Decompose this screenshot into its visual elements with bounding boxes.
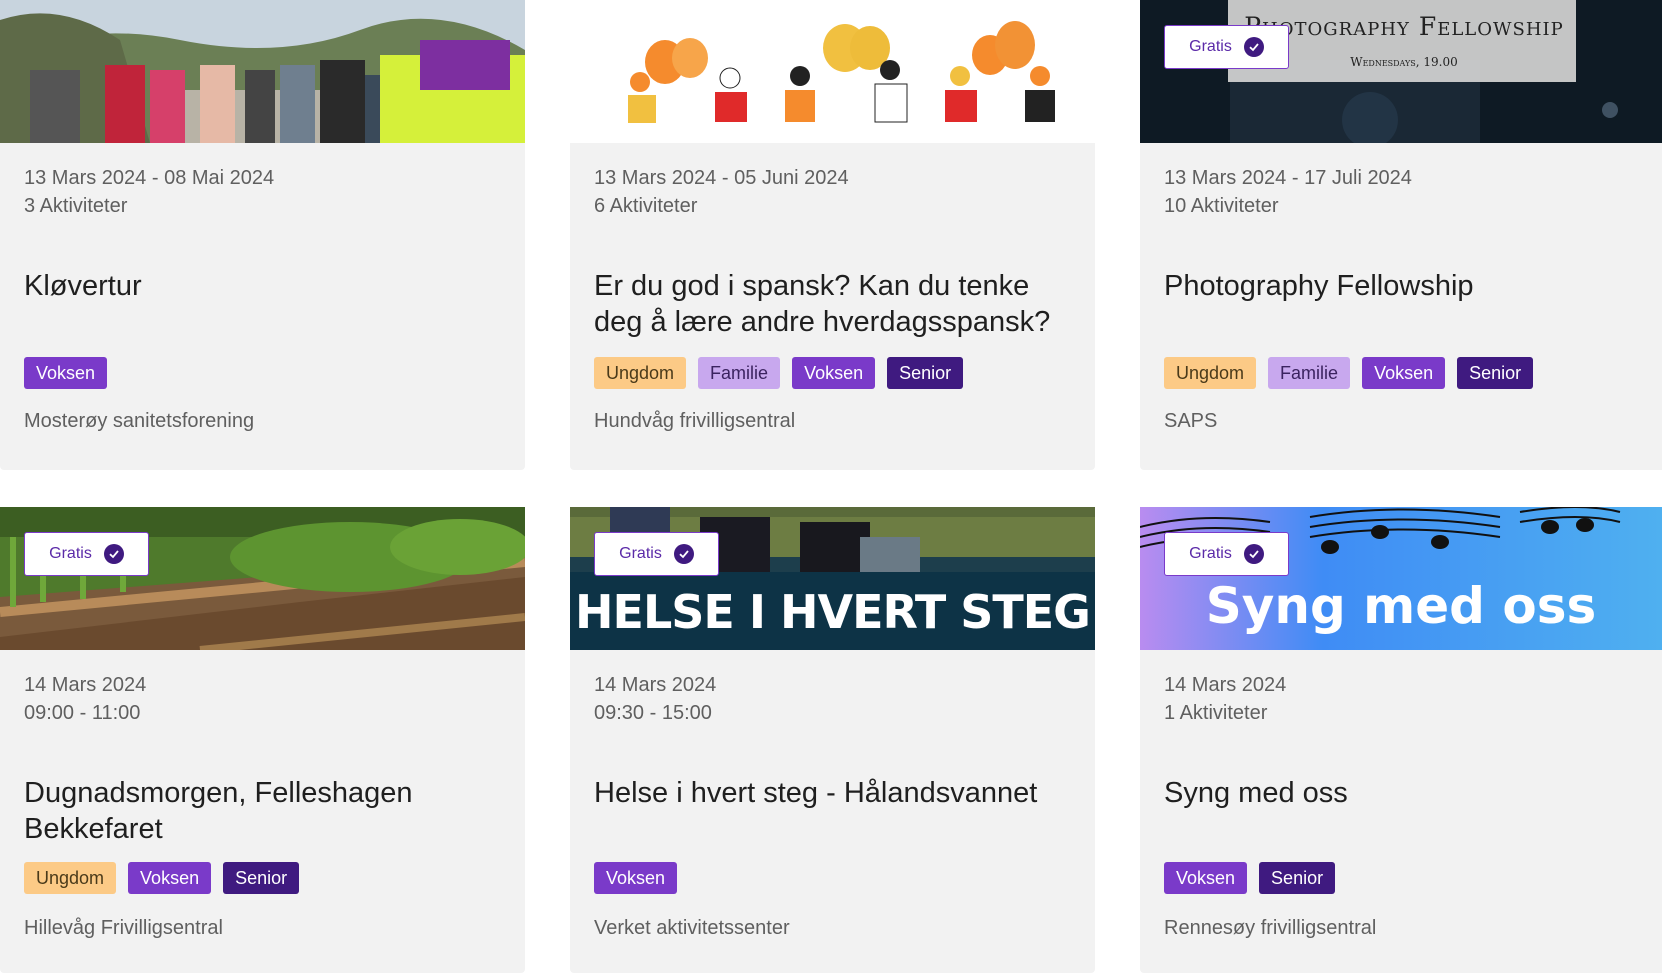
check-circle-icon xyxy=(1243,37,1264,57)
activity-card[interactable]: 13 Mars 2024 - 08 Mai 2024 3 Aktiviteter… xyxy=(0,0,525,470)
event-time: 09:30 - 15:00 xyxy=(594,702,712,724)
tag-list: Ungdom Familie Voksen Senior xyxy=(594,357,964,389)
activity-card[interactable]: HELSE I HVERT STEG Gratis 14 Mars 2024 0… xyxy=(570,507,1095,973)
card-meta: 14 Mars 2024 09:30 - 15:00 xyxy=(594,671,716,727)
activity-count: 3 Aktiviteter xyxy=(24,195,128,217)
activity-card[interactable]: Photography Fellowship Wednesdays, 19.00… xyxy=(1140,0,1662,470)
date-range: 13 Mars 2024 - 17 Juli 2024 xyxy=(1164,167,1412,189)
card-image-illustration xyxy=(570,0,1095,143)
activity-count: 10 Aktiviteter xyxy=(1164,195,1279,217)
free-badge: Gratis xyxy=(594,532,719,576)
card-meta: 13 Mars 2024 - 08 Mai 2024 3 Aktiviteter xyxy=(24,164,274,220)
date-range: 13 Mars 2024 - 05 Juni 2024 xyxy=(594,167,849,189)
event-date: 14 Mars 2024 xyxy=(1164,674,1287,696)
check-circle-icon xyxy=(673,544,694,564)
activity-card[interactable]: 13 Mars 2024 - 05 Juni 2024 6 Aktivitete… xyxy=(570,0,1095,470)
check-circle-icon xyxy=(1243,544,1264,564)
tag-voksen: Voksen xyxy=(24,357,108,389)
card-image-syng: Syng med oss Gratis xyxy=(1140,507,1662,650)
tag-senior: Senior xyxy=(887,357,964,389)
tag-familie: Familie xyxy=(698,357,781,389)
tag-list: Voksen xyxy=(24,357,108,389)
tag-senior: Senior xyxy=(1457,357,1534,389)
card-title[interactable]: Helse i hvert steg - Hålandsvannet xyxy=(594,775,1075,811)
card-title[interactable]: Photography Fellowship xyxy=(1164,268,1642,304)
check-circle-icon xyxy=(103,544,124,564)
card-meta: 13 Mars 2024 - 05 Juni 2024 6 Aktivitete… xyxy=(594,164,849,220)
free-badge: Gratis xyxy=(1164,25,1289,69)
activity-card[interactable]: Gratis 14 Mars 2024 09:00 - 11:00 Dugnad… xyxy=(0,507,525,973)
activity-count: 1 Aktiviteter xyxy=(1164,702,1268,724)
card-title[interactable]: Er du god i spansk? Kan du tenke deg å l… xyxy=(594,268,1075,340)
tag-ungdom: Ungdom xyxy=(1164,357,1257,389)
banner-title: HELSE I HVERT STEG xyxy=(575,585,1091,639)
card-image-garden: Gratis xyxy=(0,507,525,650)
tag-ungdom: Ungdom xyxy=(24,862,117,894)
event-date: 14 Mars 2024 xyxy=(24,674,147,696)
tag-voksen: Voksen xyxy=(128,862,212,894)
tag-voksen: Voksen xyxy=(792,357,876,389)
tag-voksen: Voksen xyxy=(594,862,678,894)
card-meta: 14 Mars 2024 1 Aktiviteter xyxy=(1164,671,1286,727)
activity-count: 6 Aktiviteter xyxy=(594,195,698,217)
card-title[interactable]: Dugnadsmorgen, Felleshagen Bekkefaret xyxy=(24,775,505,847)
tag-list: Ungdom Familie Voksen Senior xyxy=(1164,357,1534,389)
card-image-camera: Photography Fellowship Wednesdays, 19.00… xyxy=(1140,0,1662,143)
tag-list: Voksen xyxy=(594,862,678,894)
organizer: Hillevåg Frivilligsentral xyxy=(24,917,223,939)
organizer: Rennesøy frivilligsentral xyxy=(1164,917,1377,939)
card-image-helse: HELSE I HVERT STEG Gratis xyxy=(570,507,1095,650)
free-badge: Gratis xyxy=(1164,532,1289,576)
tag-voksen: Voksen xyxy=(1164,862,1248,894)
free-badge: Gratis xyxy=(24,532,149,576)
organizer: Verket aktivitetssenter xyxy=(594,917,790,939)
tag-list: Voksen Senior xyxy=(1164,862,1336,894)
tag-ungdom: Ungdom xyxy=(594,357,687,389)
tag-senior: Senior xyxy=(1259,862,1336,894)
free-badge-label: Gratis xyxy=(1189,545,1232,562)
organizer: SAPS xyxy=(1164,410,1218,432)
card-title[interactable]: Syng med oss xyxy=(1164,775,1642,811)
tag-voksen: Voksen xyxy=(1362,357,1446,389)
free-badge-label: Gratis xyxy=(49,545,92,562)
activity-card[interactable]: Syng med oss Gratis 14 Mars 2024 1 Aktiv… xyxy=(1140,507,1662,973)
card-meta: 14 Mars 2024 09:00 - 11:00 xyxy=(24,671,146,727)
tag-list: Ungdom Voksen Senior xyxy=(24,862,300,894)
free-badge-label: Gratis xyxy=(1189,38,1232,55)
card-title[interactable]: Kløvertur xyxy=(24,268,505,304)
organizer: Mosterøy sanitetsforening xyxy=(24,410,255,432)
free-badge-label: Gratis xyxy=(619,545,662,562)
organizer: Hundvåg frivilligsentral xyxy=(594,410,796,432)
tag-senior: Senior xyxy=(223,862,300,894)
banner-title: Syng med oss xyxy=(1205,577,1597,635)
event-time: 09:00 - 11:00 xyxy=(24,702,141,724)
card-meta: 13 Mars 2024 - 17 Juli 2024 10 Aktivitet… xyxy=(1164,164,1412,220)
date-range: 13 Mars 2024 - 08 Mai 2024 xyxy=(24,167,275,189)
tag-familie: Familie xyxy=(1268,357,1351,389)
card-image-hikers xyxy=(0,0,525,143)
event-date: 14 Mars 2024 xyxy=(594,674,717,696)
